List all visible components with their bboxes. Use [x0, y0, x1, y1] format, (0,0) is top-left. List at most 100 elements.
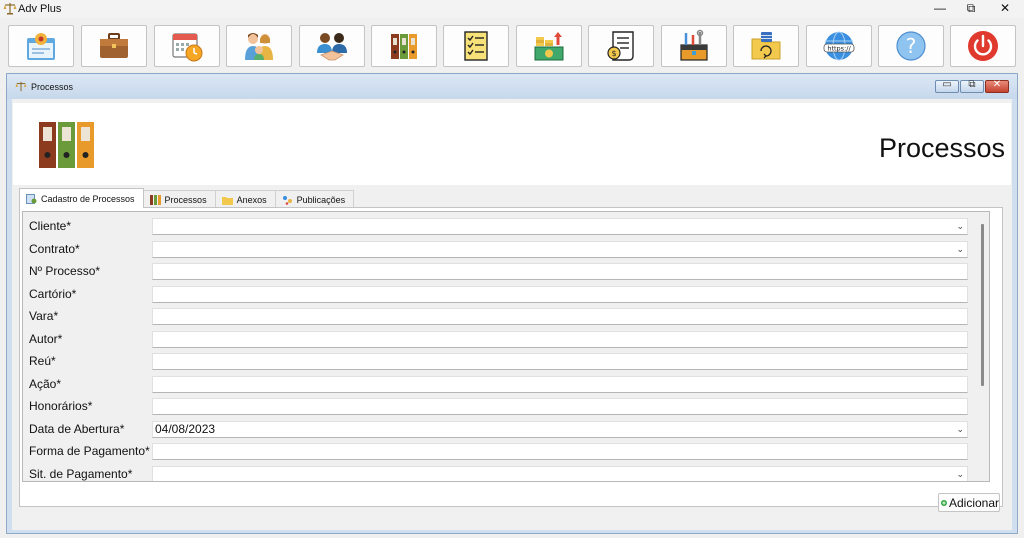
acao-input[interactable]	[152, 376, 968, 393]
svg-text:https://: https://	[827, 45, 851, 53]
field-label: Contrato*	[29, 242, 80, 256]
form-row-reu: Reú*	[23, 350, 987, 372]
exit-button[interactable]	[950, 25, 1016, 67]
form-row-cartorio: Cartório*	[23, 283, 987, 305]
tasks-button[interactable]	[443, 25, 509, 67]
close-window-button[interactable]: ✕	[989, 0, 1021, 18]
binders-icon	[149, 194, 161, 205]
sit-pagamento-combobox[interactable]: ⌄	[152, 466, 968, 481]
tab-label: Publicações	[296, 194, 346, 205]
field-label: Ação*	[29, 377, 62, 391]
form-row-numero-processo: Nº Processo*	[23, 260, 987, 282]
minimize-window-button[interactable]: —	[924, 0, 956, 18]
contrato-combobox[interactable]: ⌄	[152, 241, 968, 258]
child-restore-button[interactable]: ⧉	[960, 79, 984, 93]
tab-strip: Cadastro de Processos Processos Anexos P…	[19, 188, 355, 208]
clients-button[interactable]	[8, 25, 74, 67]
cliente-combobox[interactable]: ⌄	[152, 218, 968, 235]
scales-icon	[15, 81, 27, 92]
tab-label: Processos	[164, 194, 207, 205]
briefcase-button[interactable]	[81, 25, 147, 67]
tab-anexos[interactable]: Anexos	[214, 190, 276, 208]
vertical-scrollbar[interactable]	[981, 224, 984, 386]
form-row-sit-pagamento: Sit. de Pagamento* ⌄	[23, 463, 987, 481]
minimize-icon: ▭	[942, 79, 952, 90]
family-icon	[245, 33, 273, 60]
field-label: Honorários*	[29, 399, 93, 413]
receipts-button[interactable]: $	[588, 25, 654, 67]
chevron-down-icon: ⌄	[956, 424, 964, 434]
field-label: Vara*	[29, 309, 59, 323]
cadastro-tab-panel: Cliente* ⌄ Contrato* ⌄ Nº Processo* Cart…	[19, 207, 1003, 507]
client-card-icon	[27, 33, 55, 60]
folder-database-icon	[751, 32, 781, 60]
numero-processo-input[interactable]	[152, 263, 968, 280]
field-label: Reú*	[29, 354, 56, 368]
form-row-data-abertura: Data de Abertura* 04/08/2023 ⌄	[23, 418, 987, 440]
honorarios-input[interactable]	[152, 398, 968, 415]
https-globe-icon: https://	[823, 31, 855, 61]
svg-text:?: ?	[906, 34, 917, 58]
finance-button[interactable]	[516, 25, 582, 67]
register-icon	[26, 193, 37, 204]
processes-button[interactable]	[371, 25, 437, 67]
page-title: Processos	[878, 133, 1005, 163]
checklist-document-icon	[464, 31, 488, 61]
field-label: Autor*	[29, 332, 63, 346]
reu-input[interactable]	[152, 353, 968, 370]
backup-button[interactable]	[733, 25, 799, 67]
child-minimize-button[interactable]: ▭	[935, 79, 959, 93]
partners-button[interactable]	[299, 25, 365, 67]
maximize-window-button[interactable]: ⧉	[955, 0, 987, 18]
field-label: Data de Abertura*	[29, 422, 125, 436]
power-icon	[968, 31, 998, 61]
calendar-button[interactable]	[154, 25, 220, 67]
forma-pagamento-input[interactable]	[152, 443, 968, 460]
cartorio-input[interactable]	[152, 286, 968, 303]
field-label: Nº Processo*	[29, 264, 101, 278]
help-icon: ?	[896, 31, 926, 61]
form-row-acao: Ação*	[23, 373, 987, 395]
binders-icon	[391, 34, 417, 59]
folder-icon	[221, 196, 233, 205]
tab-label: Anexos	[236, 194, 267, 205]
calendar-clock-icon	[172, 33, 203, 62]
main-toolbar: $ https:// ?	[0, 20, 1024, 70]
add-circle-icon	[941, 499, 947, 506]
binders-icon	[39, 122, 94, 168]
processos-child-window: Processos ▭ ⧉ ✕ Processos Cadastro de Pr…	[6, 73, 1018, 534]
window-titlebar: Adv Plus — ⧉ ✕	[0, 0, 1024, 18]
chevron-down-icon: ⌄	[956, 469, 964, 479]
app-title: Adv Plus	[18, 3, 62, 15]
handshake-icon	[317, 33, 347, 61]
child-close-button[interactable]: ✕	[985, 79, 1009, 93]
form-row-contrato: Contrato* ⌄	[23, 238, 987, 260]
child-window-body: Processos Cadastro de Processos Processo…	[12, 99, 1012, 530]
restore-icon: ⧉	[968, 79, 976, 90]
adicionar-label: Adicionar	[948, 495, 999, 510]
data-abertura-datepicker[interactable]: 04/08/2023 ⌄	[152, 421, 968, 438]
field-label: Forma de Pagamento*	[29, 444, 150, 458]
family-button[interactable]	[226, 25, 292, 67]
process-form: Cliente* ⌄ Contrato* ⌄ Nº Processo* Cart…	[22, 211, 990, 482]
field-label: Sit. de Pagamento*	[29, 467, 133, 481]
child-window-title: Processos	[31, 82, 74, 92]
autor-input[interactable]	[152, 331, 968, 348]
field-label: Cliente*	[29, 219, 72, 233]
receipt-coin-icon: $	[607, 31, 634, 61]
toolbox-icon	[680, 29, 708, 61]
tools-button[interactable]	[661, 25, 727, 67]
vara-input[interactable]	[152, 308, 968, 325]
child-window-titlebar: Processos ▭ ⧉ ✕	[7, 74, 1017, 99]
chevron-down-icon: ⌄	[956, 244, 964, 254]
help-button[interactable]: ?	[878, 25, 944, 67]
field-label: Cartório*	[29, 287, 77, 301]
adicionar-button[interactable]: Adicionar	[938, 493, 1000, 512]
chevron-down-icon: ⌄	[956, 221, 964, 231]
website-button[interactable]: https://	[806, 25, 872, 67]
tab-processos[interactable]: Processos	[142, 190, 216, 208]
sparkle-icon	[282, 195, 292, 205]
finance-money-icon	[534, 32, 564, 61]
tab-cadastro-de-processos[interactable]: Cadastro de Processos	[19, 188, 144, 208]
tab-publicacoes[interactable]: Publicações	[274, 190, 355, 208]
